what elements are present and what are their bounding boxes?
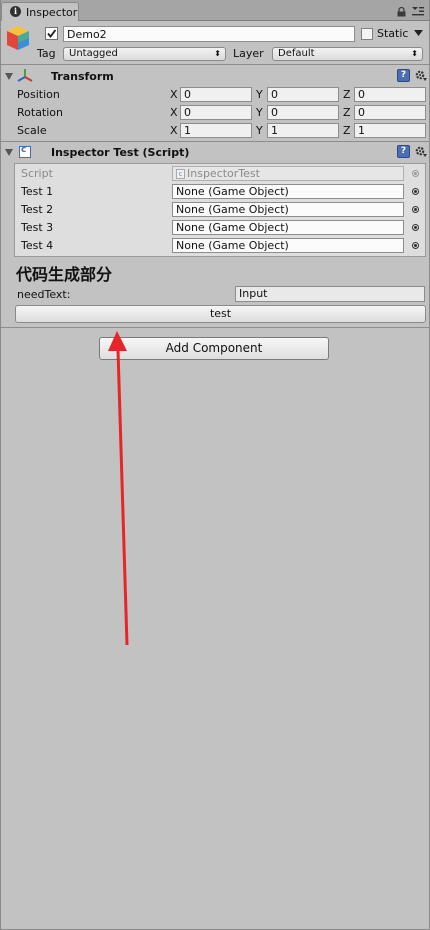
layer-value: Default bbox=[278, 48, 315, 59]
rotation-label: Rotation bbox=[17, 106, 64, 119]
updown-arrow-icon: ⬍ bbox=[214, 49, 221, 58]
transform-header[interactable]: Transform ? bbox=[0, 68, 430, 86]
test4-object-field[interactable]: None (Game Object) bbox=[172, 238, 404, 253]
gameobject-cube-icon bbox=[7, 26, 29, 50]
tab-inspector[interactable]: i Inspector bbox=[1, 2, 79, 21]
transform-title: Transform bbox=[51, 70, 114, 83]
object-picker-icon[interactable] bbox=[412, 170, 419, 177]
axis-y-label: Y bbox=[256, 124, 263, 137]
script-enable-checkbox[interactable]: c bbox=[19, 145, 31, 158]
help-icon[interactable]: ? bbox=[397, 69, 410, 82]
object-picker-icon[interactable] bbox=[412, 242, 419, 249]
panel-frame bbox=[0, 0, 430, 930]
separator bbox=[0, 64, 430, 65]
csharp-script-icon: c bbox=[21, 145, 27, 155]
active-checkbox[interactable] bbox=[45, 27, 58, 40]
arrow-shaft bbox=[116, 349, 129, 646]
axis-x-label: X bbox=[170, 106, 178, 119]
layer-label: Layer bbox=[233, 47, 264, 60]
rotation-x-field[interactable]: 0 bbox=[180, 105, 252, 120]
script-component-title: Inspector Test (Script) bbox=[51, 146, 190, 159]
test3-object-field[interactable]: None (Game Object) bbox=[172, 220, 404, 235]
script-value: InspectorTest bbox=[187, 167, 260, 180]
foldout-arrow-icon[interactable] bbox=[5, 149, 13, 156]
tag-dropdown[interactable]: Untagged ⬍ bbox=[63, 47, 226, 61]
info-icon: i bbox=[10, 6, 21, 17]
need-text-label: needText: bbox=[17, 288, 71, 301]
position-label: Position bbox=[17, 88, 60, 101]
script-field[interactable]: c InspectorTest bbox=[172, 166, 404, 181]
axis-y-label: Y bbox=[256, 106, 263, 119]
annotation-arrow bbox=[108, 331, 129, 646]
need-text-input[interactable]: Input bbox=[235, 286, 425, 302]
test3-label: Test 3 bbox=[21, 221, 54, 234]
scale-label: Scale bbox=[17, 124, 47, 137]
axis-z-label: Z bbox=[343, 124, 351, 137]
checkmark-icon bbox=[47, 29, 57, 38]
axis-z-label: Z bbox=[343, 88, 351, 101]
scale-y-field[interactable]: 1 bbox=[267, 123, 339, 138]
object-picker-icon[interactable] bbox=[412, 224, 419, 231]
object-name-input[interactable]: Demo2 bbox=[63, 26, 355, 42]
script-file-icon: c bbox=[176, 169, 185, 179]
test1-object-field[interactable]: None (Game Object) bbox=[172, 184, 404, 199]
menu-icon[interactable] bbox=[412, 6, 424, 16]
gear-icon[interactable] bbox=[414, 145, 428, 159]
tag-label: Tag bbox=[37, 47, 56, 60]
position-y-field[interactable]: 0 bbox=[267, 87, 339, 102]
section-heading: 代码生成部分 bbox=[16, 265, 113, 284]
transform-axes-icon bbox=[17, 69, 33, 82]
tag-value: Untagged bbox=[69, 48, 118, 59]
add-component-button[interactable]: Add Component bbox=[99, 337, 329, 360]
static-label: Static bbox=[377, 27, 409, 40]
test-button[interactable]: test bbox=[15, 305, 426, 323]
layer-dropdown[interactable]: Default ⬍ bbox=[272, 47, 423, 61]
foldout-arrow-icon[interactable] bbox=[5, 73, 13, 80]
help-icon[interactable]: ? bbox=[397, 145, 410, 158]
static-dropdown-icon[interactable] bbox=[414, 30, 423, 37]
position-z-field[interactable]: 0 bbox=[354, 87, 426, 102]
script-component-header[interactable]: c Inspector Test (Script) ? bbox=[0, 144, 430, 162]
axis-z-label: Z bbox=[343, 106, 351, 119]
axis-x-label: X bbox=[170, 124, 178, 137]
object-picker-icon[interactable] bbox=[412, 188, 419, 195]
position-x-field[interactable]: 0 bbox=[180, 87, 252, 102]
scale-z-field[interactable]: 1 bbox=[354, 123, 426, 138]
static-checkbox[interactable] bbox=[361, 28, 373, 40]
test1-label: Test 1 bbox=[21, 185, 54, 198]
test4-label: Test 4 bbox=[21, 239, 54, 252]
axis-y-label: Y bbox=[256, 88, 263, 101]
separator bbox=[0, 141, 430, 142]
updown-arrow-icon: ⬍ bbox=[411, 49, 418, 58]
scale-x-field[interactable]: 1 bbox=[180, 123, 252, 138]
object-picker-icon[interactable] bbox=[412, 206, 419, 213]
test2-label: Test 2 bbox=[21, 203, 54, 216]
rotation-z-field[interactable]: 0 bbox=[354, 105, 426, 120]
separator bbox=[0, 327, 430, 328]
test2-object-field[interactable]: None (Game Object) bbox=[172, 202, 404, 217]
rotation-y-field[interactable]: 0 bbox=[267, 105, 339, 120]
axis-x-label: X bbox=[170, 88, 178, 101]
lock-icon[interactable] bbox=[397, 7, 406, 17]
gear-icon[interactable] bbox=[414, 69, 428, 83]
tab-title: Inspector bbox=[26, 6, 78, 19]
script-label: Script bbox=[21, 167, 53, 180]
